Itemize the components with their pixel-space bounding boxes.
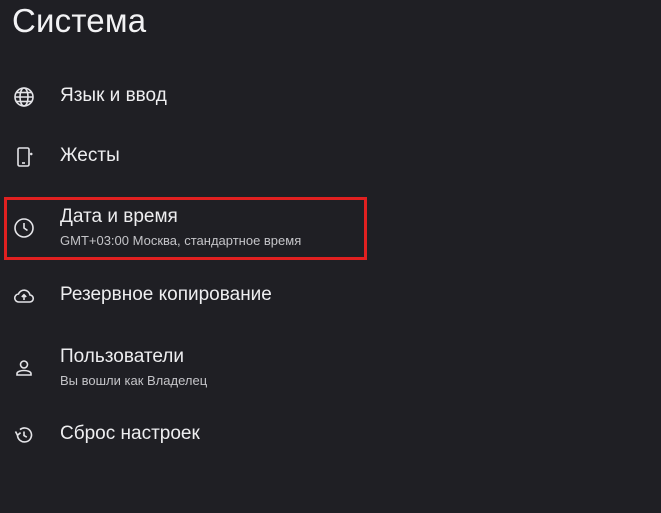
settings-item-summary: Вы вошли как Владелец	[60, 373, 208, 388]
settings-item-summary: GMT+03:00 Москва, стандартное время	[60, 233, 302, 248]
settings-item-label: Язык и ввод	[60, 85, 167, 106]
restore-icon	[12, 423, 36, 447]
settings-item-reset[interactable]: Сброс настроек	[0, 405, 661, 465]
settings-item-label: Пользователи	[60, 346, 185, 367]
settings-item-label: Резервное копирование	[60, 284, 272, 305]
system-settings-screen: Система Язык и ввод Жесты Дата и время G…	[0, 0, 661, 513]
settings-item-date-time[interactable]: Дата и время GMT+03:00 Москва, стандартн…	[0, 198, 661, 258]
person-icon	[12, 356, 36, 380]
settings-item-gestures[interactable]: Жесты	[0, 127, 661, 187]
gesture-phone-icon	[12, 145, 36, 169]
globe-icon	[12, 85, 36, 109]
settings-item-label: Сброс настроек	[60, 423, 200, 444]
clock-icon	[12, 216, 36, 240]
settings-item-label: Жесты	[60, 145, 120, 166]
settings-item-language-input[interactable]: Язык и ввод	[0, 67, 661, 127]
settings-item-users[interactable]: Пользователи Вы вошли как Владелец	[0, 338, 661, 398]
settings-item-label: Дата и время	[60, 206, 178, 227]
cloud-upload-icon	[12, 284, 36, 308]
page-title: Система	[12, 2, 147, 39]
settings-item-backup[interactable]: Резервное копирование	[0, 266, 661, 326]
